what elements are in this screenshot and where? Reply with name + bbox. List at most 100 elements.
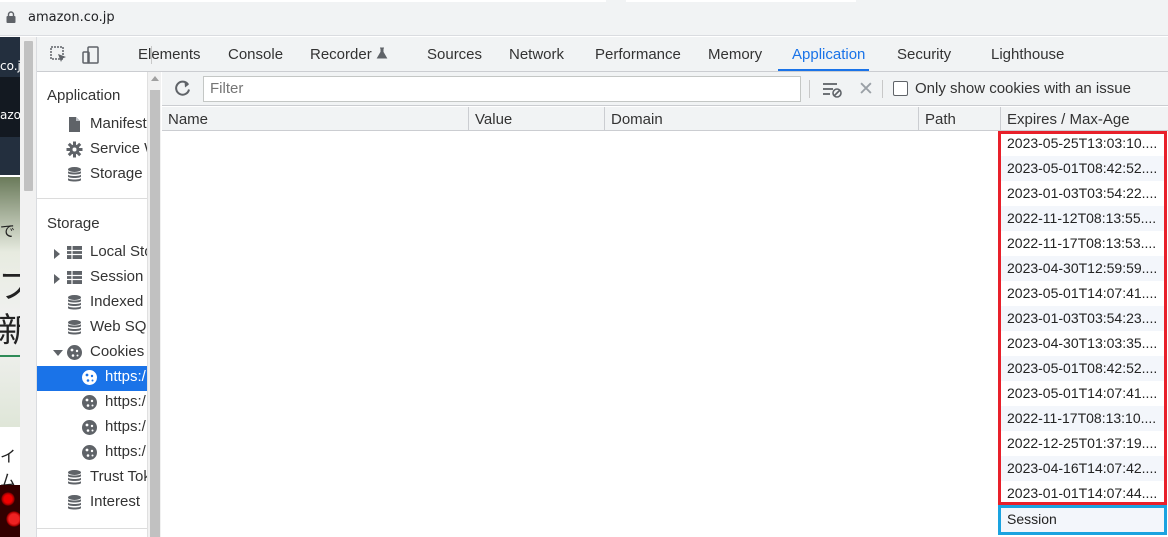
site-banner-text: フ (0, 267, 20, 307)
cookie-icon (67, 345, 82, 360)
site-banner-text: 新 (0, 311, 20, 351)
sidebar-item-label: Indexed (90, 293, 144, 310)
column-header-name[interactable]: Name (162, 107, 468, 131)
sidebar-item-label: Trust Tok (90, 468, 147, 485)
expires-cell[interactable]: 2023-01-03T03:54:23.... (1000, 306, 1166, 331)
database-icon (68, 167, 81, 182)
cookie-icon (82, 370, 97, 385)
sidebar-divider (37, 198, 147, 199)
tab-strip-edge (0, 0, 606, 2)
sidebar-item-label: Interest (90, 493, 141, 510)
expires-cell[interactable]: 2023-05-25T13:03:10.... (1000, 131, 1166, 156)
tab-recorder[interactable]: Recorder (310, 46, 388, 63)
expires-cell[interactable]: 2022-11-17T08:13:53.... (1000, 231, 1166, 256)
only-issue-checkbox[interactable] (893, 81, 908, 96)
site-text: イム (0, 447, 17, 490)
column-header-path[interactable]: Path (918, 107, 1000, 131)
only-issue-label[interactable]: Only show cookies with an issue (915, 80, 1131, 97)
tab-application[interactable]: Application (792, 46, 865, 63)
devtools-tab-bar: Elements Console Recorder Sources Networ… (37, 37, 1168, 72)
sidebar-item-label: Local Sto (90, 243, 147, 260)
database-icon (68, 320, 81, 335)
expires-cell[interactable]: 2022-12-25T01:37:19.... (1000, 431, 1166, 456)
database-icon (68, 470, 81, 485)
toolbar-separator (882, 80, 883, 98)
site-text: azo (0, 108, 20, 122)
tab-recorder-label: Recorder (310, 46, 372, 63)
expand-arrow-icon[interactable] (54, 274, 60, 284)
toolbar-separator (809, 80, 810, 98)
scrollbar-thumb[interactable] (24, 41, 33, 191)
cookies-toolbar: Filter ✕ Only show cookies with an issue (162, 72, 1168, 106)
column-header-domain[interactable]: Domain (604, 107, 918, 131)
expires-cell[interactable]: 2023-01-01T14:07:44.... (1000, 481, 1166, 506)
website-scrollbar[interactable] (20, 37, 37, 537)
site-divider (0, 355, 20, 357)
sidebar-section-storage: Storage (47, 215, 100, 232)
column-header-expires[interactable]: Expires / Max-Age (1000, 107, 1168, 131)
sidebar-section-application: Application (47, 87, 121, 104)
lock-icon[interactable] (6, 11, 16, 23)
site-text: co.j (0, 59, 20, 73)
expires-cell[interactable]: 2022-11-12T08:13:55.... (1000, 206, 1166, 231)
sidebar-item-label: https:/ (105, 443, 146, 460)
tab-sources[interactable]: Sources (427, 46, 482, 63)
browser-address-bar[interactable]: amazon.co.jp (0, 0, 1168, 36)
sidebar-divider (37, 528, 147, 529)
cookie-icon (82, 445, 97, 460)
sidebar-item-label: Session (90, 268, 144, 285)
expires-cell[interactable]: 2023-04-16T14:07:42.... (1000, 456, 1166, 481)
active-tab-indicator (778, 69, 869, 71)
tab-lighthouse[interactable]: Lighthouse (991, 46, 1064, 63)
collapse-arrow-icon[interactable] (53, 350, 63, 356)
cookies-table-header: Name Value Domain Path Expires / Max-Age (162, 107, 1168, 131)
device-toolbar-icon[interactable] (81, 45, 101, 65)
expires-cell[interactable]: 2023-05-01T08:42:52.... (1000, 156, 1166, 181)
expires-cell[interactable]: 2023-05-01T14:07:41.... (1000, 281, 1166, 306)
delete-icon[interactable]: ✕ (858, 78, 874, 100)
table-grid-icon (67, 271, 82, 284)
database-icon (68, 295, 81, 310)
sidebar-scrollbar[interactable] (147, 72, 161, 537)
expires-cell-session[interactable]: Session (1000, 507, 1166, 532)
sidebar-item-label: Cookies (90, 343, 145, 360)
sidebar-item-label: https:/ (105, 368, 146, 385)
site-nav (0, 77, 20, 137)
cookie-icon (82, 395, 97, 410)
expires-cell[interactable]: 2023-05-01T14:07:41.... (1000, 381, 1166, 406)
document-icon (69, 117, 80, 132)
tab-network[interactable]: Network (509, 46, 564, 63)
column-header-value[interactable]: Value (468, 107, 604, 131)
tab-console[interactable]: Console (228, 46, 283, 63)
sidebar-item-label: https:/ (105, 393, 146, 410)
scrollbar-thumb[interactable] (150, 90, 160, 537)
expires-cell[interactable]: 2023-05-01T08:42:52.... (1000, 356, 1166, 381)
tab-strip-edge (626, 0, 856, 2)
refresh-icon[interactable] (174, 80, 192, 98)
expires-cell[interactable]: 2023-04-30T12:59:59.... (1000, 256, 1166, 281)
tab-memory[interactable]: Memory (708, 46, 762, 63)
sidebar-item-label: Storage (90, 165, 143, 182)
website-viewport[interactable]: co.j azo で フ 新 イム (0, 37, 20, 537)
sidebar-item-label: Manifest (90, 115, 147, 132)
tab-performance[interactable]: Performance (595, 46, 681, 63)
clear-filtered-cookies-icon[interactable] (822, 79, 842, 99)
cookies-table-body[interactable]: 2023-05-25T13:03:10.... 2023-05-01T08:42… (162, 131, 1168, 537)
expires-cell[interactable]: 2023-01-03T03:54:22.... (1000, 181, 1166, 206)
expires-cell[interactable]: 2022-11-17T08:13:10.... (1000, 406, 1166, 431)
gear-icon (66, 141, 83, 158)
sidebar-item-label: Web SQ (90, 318, 147, 335)
site-product-image[interactable] (0, 485, 20, 537)
tab-elements[interactable]: Elements (138, 46, 201, 63)
expand-arrow-icon[interactable] (54, 249, 60, 259)
url-text[interactable]: amazon.co.jp (28, 10, 115, 25)
database-icon (68, 495, 81, 510)
scroll-up-arrow-icon[interactable] (151, 76, 159, 81)
site-banner-text: で (0, 222, 16, 240)
expires-cell[interactable]: 2023-04-30T13:03:35.... (1000, 331, 1166, 356)
table-grid-icon (67, 246, 82, 259)
cookie-icon (82, 420, 97, 435)
filter-input[interactable]: Filter (203, 76, 801, 102)
inspect-element-icon[interactable] (49, 45, 69, 65)
tab-security[interactable]: Security (897, 46, 951, 63)
